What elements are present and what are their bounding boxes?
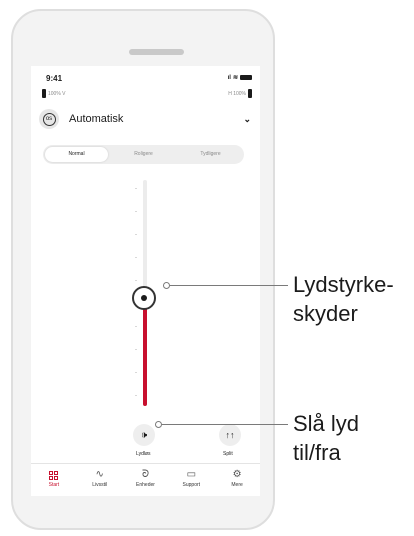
hearing-aid-icon: ᘐ: [141, 469, 150, 480]
right-battery-label: H 100%: [228, 90, 246, 97]
signal-icon: ıl: [227, 74, 231, 81]
tab-label: Livsstil: [92, 482, 108, 488]
tab-support[interactable]: ▭ Support: [168, 464, 214, 494]
tab-enheder[interactable]: ᘐ Enheder: [123, 464, 169, 494]
chevron-down-icon[interactable]: ⌄: [243, 114, 251, 125]
tab-label: Start: [48, 481, 60, 488]
split-label: Split: [223, 451, 233, 457]
slider-callout-line-2: skyder: [293, 301, 358, 326]
program-name: Automatisk: [69, 113, 124, 125]
activity-icon: ∿: [95, 469, 104, 480]
program-selector[interactable]: os Automatisk ⌄: [39, 107, 251, 131]
mute-callout: Slå lyd til/fra: [293, 409, 359, 467]
callout-leader-line: [162, 424, 288, 425]
mute-label: Lydløs: [136, 451, 151, 457]
volume-slider-fill: [143, 297, 147, 406]
left-battery-label: 100% V: [48, 90, 66, 97]
grid-icon: [49, 470, 59, 480]
sound-mode-segmented-control: Normal Roligere Tydligere: [43, 145, 244, 164]
speaker-icon: 🕩: [140, 429, 148, 441]
mute-button[interactable]: 🕩: [133, 424, 155, 446]
battery-cell-icon: [42, 89, 46, 98]
battery-cell-icon: [248, 89, 252, 98]
battery-icon: [240, 75, 252, 80]
slider-tick: [135, 234, 137, 235]
slider-tick: [135, 188, 137, 189]
segment-roligere[interactable]: Roligere: [112, 147, 175, 162]
volume-slider-thumb[interactable]: [132, 285, 156, 310]
split-icon: ↑↑: [225, 430, 235, 440]
tab-label: Enheder: [136, 482, 155, 488]
tab-start[interactable]: Start: [31, 464, 77, 494]
callout-pin: [163, 282, 170, 289]
callout-leader-line: [170, 285, 288, 286]
segment-normal[interactable]: Normal: [45, 147, 108, 162]
wifi-icon: ≋: [232, 75, 238, 81]
tab-label: Support: [182, 482, 201, 488]
gear-icon: ⚙: [232, 469, 242, 480]
right-battery: H 100%: [228, 89, 252, 98]
slider-callout: Lydstyrke- skyder: [293, 270, 394, 328]
slider-callout-line-1: Lydstyrke-: [293, 272, 394, 297]
left-battery: 100% V: [42, 89, 66, 98]
thumb-dot: [141, 294, 147, 301]
slider-tick: [135, 257, 137, 258]
program-icon-label: os: [42, 112, 56, 126]
mute-callout-line-1: Slå lyd: [293, 411, 360, 436]
app-screen: 9:41 ıl ≋ 100% V H 100% os Automatisk ⌄ …: [31, 66, 260, 496]
segment-tydligere[interactable]: Tydligere: [179, 147, 242, 162]
split-button[interactable]: ↑↑: [219, 424, 241, 446]
slider-tick: [135, 326, 137, 327]
tab-label: Mere: [231, 482, 243, 488]
slider-tick: [135, 372, 137, 373]
callout-pin: [155, 421, 162, 428]
slider-tick: [135, 395, 137, 396]
tab-livsstil[interactable]: ∿ Livsstil: [77, 464, 123, 494]
phone-speaker: [129, 49, 184, 55]
tab-mere[interactable]: ⚙ Mere: [214, 464, 260, 494]
program-icon: os: [39, 109, 59, 129]
mute-callout-line-2: til/fra: [293, 440, 341, 465]
slider-tick: [135, 211, 137, 212]
bottom-tab-bar: Start ∿ Livsstil ᘐ Enheder ▭ Support ⚙ M…: [31, 463, 260, 494]
chat-icon: ▭: [186, 469, 197, 480]
slider-tick: [135, 349, 137, 350]
system-status-icons: ıl ≋: [228, 74, 252, 81]
status-time: 9:41: [46, 74, 63, 83]
slider-tick: [135, 280, 137, 281]
